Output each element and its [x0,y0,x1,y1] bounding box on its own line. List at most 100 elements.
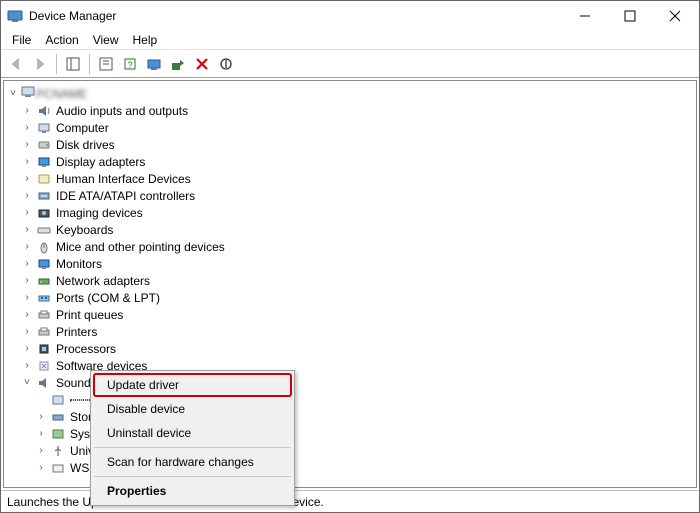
hid-icon [36,171,52,187]
scan-hardware-button[interactable] [143,53,165,75]
chevron-right-icon[interactable]: › [20,241,34,252]
menu-help[interactable]: Help [126,33,165,47]
app-icon [7,8,23,24]
toolbar-separator [56,54,57,74]
close-button[interactable] [652,2,697,30]
disk-icon [36,137,52,153]
node-label: Imaging devices [56,206,143,220]
tree-root[interactable]: ˅ PCNAME [6,85,694,102]
chevron-right-icon[interactable]: › [20,326,34,337]
node-label: Disk drives [56,138,115,152]
menu-properties[interactable]: Properties [93,479,292,503]
menu-file[interactable]: File [5,33,38,47]
tree-node[interactable]: › Network adapters [6,272,694,289]
chevron-right-icon[interactable]: › [20,309,34,320]
device-icon [50,392,66,408]
node-label: Stor [70,410,92,424]
menu-update-driver[interactable]: Update driver [93,373,292,397]
tree-node[interactable]: › Human Interface Devices [6,170,694,187]
chevron-right-icon[interactable]: › [34,462,48,473]
node-label: Display adapters [56,155,145,169]
usb-icon [50,443,66,459]
node-label: Mice and other pointing devices [56,240,225,254]
svg-text:?: ? [127,60,132,70]
wsd-icon [50,460,66,476]
update-driver-toolbar-button[interactable] [167,53,189,75]
chevron-right-icon[interactable]: › [20,292,34,303]
chevron-right-icon[interactable]: › [20,122,34,133]
tree-node[interactable]: ›Ports (COM & LPT) [6,289,694,306]
chevron-down-icon[interactable]: ˅ [20,377,34,388]
chevron-right-icon[interactable]: › [20,173,34,184]
chevron-right-icon[interactable]: › [20,190,34,201]
uninstall-button[interactable] [191,53,213,75]
chevron-right-icon[interactable]: › [20,275,34,286]
tree-node[interactable]: › Keyboards [6,221,694,238]
audio-icon [36,103,52,119]
menu-uninstall-device[interactable]: Uninstall device [93,421,292,445]
node-label: Audio inputs and outputs [56,104,188,118]
tree-node[interactable]: › Display adapters [6,153,694,170]
help-button[interactable]: ? [119,53,141,75]
chevron-right-icon[interactable]: › [20,360,34,371]
node-label: Monitors [56,257,102,271]
toolbar-separator [89,54,90,74]
node-label: Computer [56,121,109,135]
chevron-right-icon[interactable]: › [34,411,48,422]
keyboard-icon [36,222,52,238]
node-label: Printers [56,325,97,339]
printq-icon [36,307,52,323]
node-label: Keyboards [56,223,113,237]
menu-separator [94,476,291,477]
network-icon [36,273,52,289]
sound-icon [36,375,52,391]
chevron-right-icon[interactable]: › [20,105,34,116]
computer-icon [20,84,36,103]
chevron-right-icon[interactable]: › [34,445,48,456]
menu-scan-hardware[interactable]: Scan for hardware changes [93,450,292,474]
chevron-right-icon[interactable]: › [20,258,34,269]
software-icon [36,358,52,374]
tree-node[interactable]: › Monitors [6,255,694,272]
chevron-right-icon[interactable]: › [20,224,34,235]
maximize-button[interactable] [607,2,652,30]
chevron-right-icon[interactable]: › [20,139,34,150]
tree-node[interactable]: › Mice and other pointing devices [6,238,694,255]
menu-separator [94,447,291,448]
ide-icon [36,188,52,204]
show-hide-tree-button[interactable] [62,53,84,75]
menu-disable-device[interactable]: Disable device [93,397,292,421]
node-label: Processors [56,342,116,356]
minimize-button[interactable] [562,2,607,30]
chevron-right-icon[interactable]: › [20,156,34,167]
tree-node[interactable]: › Disk drives [6,136,694,153]
imaging-icon [36,205,52,221]
tree-node[interactable]: ›IDE ATA/ATAPI controllers [6,187,694,204]
computer-icon [36,120,52,136]
node-label: Network adapters [56,274,150,288]
node-label: Print queues [56,308,123,322]
tree-node[interactable]: › Imaging devices [6,204,694,221]
node-label: Human Interface Devices [56,172,191,186]
tree-node[interactable]: › Audio inputs and outputs [6,102,694,119]
disable-button[interactable] [215,53,237,75]
mouse-icon [36,239,52,255]
back-button[interactable] [5,53,27,75]
tree-node[interactable]: › Print queues [6,306,694,323]
properties-button[interactable] [95,53,117,75]
system-icon [50,426,66,442]
chevron-right-icon[interactable]: › [34,428,48,439]
tree-node[interactable]: › Printers [6,323,694,340]
chevron-right-icon[interactable]: › [20,207,34,218]
context-menu: Update driver Disable device Uninstall d… [90,370,295,506]
display-icon [36,154,52,170]
menu-action[interactable]: Action [38,33,85,47]
tree-node[interactable]: › Computer [6,119,694,136]
chevron-down-icon[interactable]: ˅ [6,88,20,99]
forward-button[interactable] [29,53,51,75]
menu-view[interactable]: View [86,33,126,47]
root-label: PCNAME [36,87,87,101]
tree-node[interactable]: › Processors [6,340,694,357]
cpu-icon [36,341,52,357]
chevron-right-icon[interactable]: › [20,343,34,354]
